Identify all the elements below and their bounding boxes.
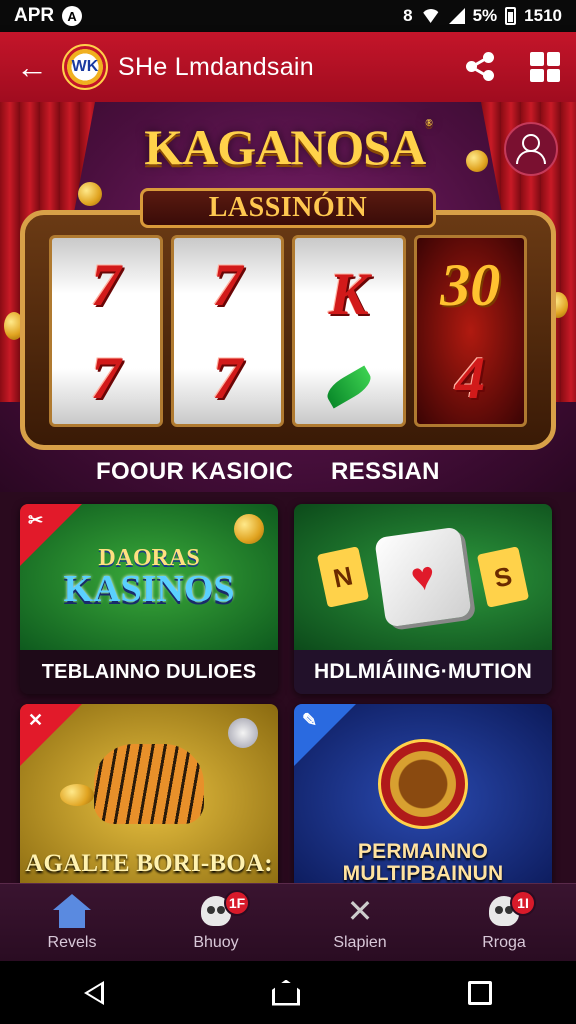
app-logo: WK bbox=[62, 44, 108, 90]
status-indicator: 8 bbox=[403, 6, 413, 25]
back-arrow-icon[interactable]: ← bbox=[16, 49, 56, 86]
hero-banner[interactable]: KAGANOSA® 7 7 7 7 K 30 4 LASSINÓIN FOOUR… bbox=[0, 102, 576, 492]
reel-symbol: 7 bbox=[90, 344, 121, 411]
game-tile-kasinos[interactable]: ✂ DAORAS KASINOS TEBLAINNO DULIOES bbox=[20, 504, 278, 694]
wifi-icon bbox=[420, 9, 441, 23]
nav-label: Rroga bbox=[482, 933, 526, 951]
leaf-icon bbox=[322, 365, 376, 409]
lion-emblem-icon bbox=[378, 739, 468, 829]
nav-item-bhuoy[interactable]: 1F Bhuoy bbox=[144, 884, 288, 961]
app-bar: ← WK SHe Lmdandsain bbox=[0, 32, 576, 102]
menu-grid-icon[interactable] bbox=[530, 52, 560, 82]
reel-symbol: 7 bbox=[90, 251, 121, 318]
tile-caption: TEBLAINNO DULIOES bbox=[20, 650, 278, 694]
chip-icon bbox=[228, 718, 258, 748]
tile-caption: HDLMIÁIING·MUTION bbox=[294, 650, 552, 694]
dice-icon: ♥ bbox=[374, 526, 472, 628]
notification-icon: A bbox=[62, 6, 83, 26]
casino-brand-title: KAGANOSA® bbox=[0, 118, 576, 176]
nav-label: Revels bbox=[47, 933, 97, 951]
home-icon[interactable] bbox=[272, 979, 300, 1006]
tile-caption-line1: PERMAINNO bbox=[357, 839, 489, 863]
game-tile-lion[interactable]: ✎ PERMAINNO MULTIPBAINUN bbox=[294, 704, 552, 894]
reel-symbol: 30 bbox=[440, 251, 501, 318]
reel-symbol: 7 bbox=[212, 251, 243, 318]
signal-icon bbox=[448, 8, 465, 24]
game-grid: ✂ DAORAS KASINOS TEBLAINNO DULIOES N ♥ S… bbox=[20, 504, 556, 894]
recents-icon[interactable] bbox=[468, 980, 492, 1005]
status-bar: APR A 8 5% 1510 bbox=[0, 0, 576, 32]
tile-caption-line2: MULTIPBAINUN bbox=[342, 862, 504, 885]
bottom-nav: Revels 1F Bhuoy ✕ Slapien 1I Rroga bbox=[0, 883, 576, 961]
nav-label: Slapien bbox=[333, 933, 387, 951]
nav-item-revels[interactable]: Revels bbox=[0, 884, 144, 961]
tiger-icon bbox=[94, 744, 204, 824]
tile-title-top: DAORAS bbox=[98, 545, 200, 571]
game-tile-tiger[interactable]: ✕ AGALTE BORI-BOA: bbox=[20, 704, 278, 894]
battery-icon bbox=[505, 7, 517, 25]
coin-icon bbox=[60, 784, 94, 806]
tile-art: N ♥ S bbox=[294, 504, 552, 650]
card-right: S bbox=[476, 546, 530, 608]
reel-2: 7 7 bbox=[170, 235, 284, 427]
screen: APR A 8 5% 1510 ← WK SHe Lmdandsain KAGA… bbox=[0, 0, 576, 1024]
nav-item-slapien[interactable]: ✕ Slapien bbox=[288, 884, 432, 961]
share-icon[interactable] bbox=[466, 52, 496, 82]
coin-icon bbox=[78, 182, 102, 206]
system-nav-bar bbox=[0, 961, 576, 1024]
notification-badge: 1I bbox=[510, 890, 536, 916]
home-icon bbox=[53, 893, 91, 928]
game-tile-dice[interactable]: N ♥ S HDLMIÁIING·MUTION bbox=[294, 504, 552, 694]
tile-title-main: KASINOS bbox=[63, 568, 235, 610]
nav-label: Bhuoy bbox=[193, 933, 239, 951]
profile-avatar-icon[interactable] bbox=[504, 122, 558, 176]
reel-symbol: 4 bbox=[455, 344, 486, 411]
brand-text: KAGANOSA bbox=[144, 119, 426, 175]
reel-1: 7 7 bbox=[49, 235, 163, 427]
slot-machine[interactable]: 7 7 7 7 K 30 4 bbox=[20, 210, 556, 450]
nav-item-rroga[interactable]: 1I Rroga bbox=[432, 884, 576, 961]
notification-badge: 1F bbox=[224, 890, 250, 916]
reel-symbol: 7 bbox=[212, 344, 243, 411]
back-icon[interactable] bbox=[84, 980, 104, 1005]
app-title: SHe Lmdandsain bbox=[118, 52, 314, 81]
carrier-label: APR bbox=[14, 5, 55, 26]
clock: 1510 bbox=[524, 6, 562, 25]
crossed-tools-icon: ✕ bbox=[346, 892, 374, 929]
slot-plaque: LASSINÓIN bbox=[140, 188, 436, 228]
registered-mark: ® bbox=[425, 118, 433, 129]
card-left: N bbox=[316, 546, 370, 608]
reel-3: K bbox=[292, 235, 406, 427]
hero-label-right[interactable]: RESSIAN bbox=[331, 458, 440, 486]
battery-percent: 5% bbox=[472, 6, 498, 25]
reel-4: 30 4 bbox=[413, 235, 527, 427]
coin-icon bbox=[234, 514, 264, 544]
hero-label-left[interactable]: FOOUR KASIOIC bbox=[96, 458, 293, 486]
reel-symbol: K bbox=[328, 261, 369, 327]
